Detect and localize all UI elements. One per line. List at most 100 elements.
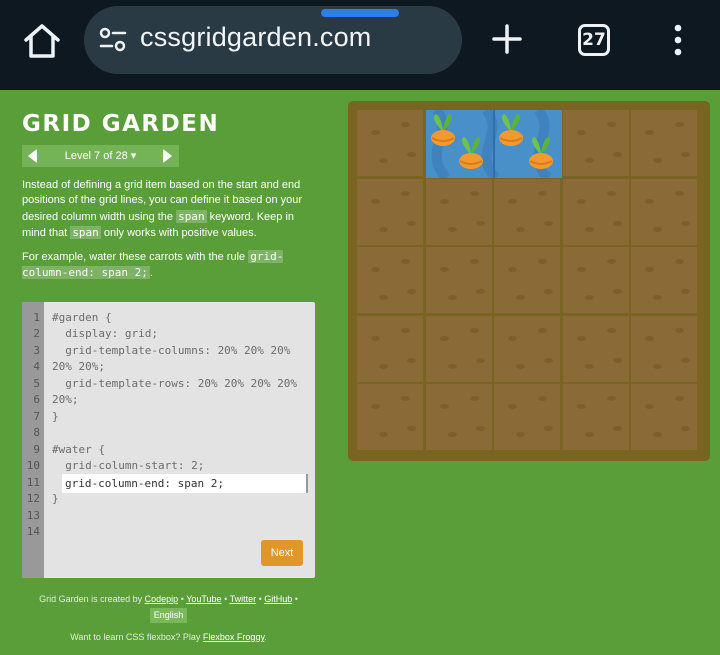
soil-speckle — [675, 327, 684, 333]
soil-cell — [631, 315, 697, 382]
flexbox-promo: Want to learn CSS flexbox? Play Flexbox … — [70, 632, 267, 642]
carrot-icon — [499, 114, 523, 146]
url-text[interactable]: cssgridgarden.com — [140, 22, 372, 53]
line-number: 8 — [33, 426, 40, 439]
language-button[interactable]: English — [149, 608, 188, 623]
soil-speckle — [379, 363, 388, 369]
line-number: 3 — [33, 344, 40, 357]
soil-speckle — [439, 404, 449, 409]
instr-text: . — [149, 267, 153, 280]
soil-speckle — [469, 396, 479, 401]
soil-speckle — [584, 158, 594, 163]
soil-speckle — [379, 295, 388, 300]
soil-speckle — [675, 396, 684, 401]
soil-speckle — [645, 267, 654, 272]
soil-cell — [562, 315, 629, 382]
twitter-link[interactable]: Twitter — [230, 594, 257, 604]
soil-cell — [562, 110, 629, 176]
line-number: 5 — [33, 377, 40, 390]
line-number: 12 — [26, 492, 40, 505]
soil-speckle — [469, 259, 479, 264]
code-line: } — [52, 492, 59, 505]
code-line: #water { — [52, 443, 105, 456]
soil-speckle — [576, 267, 586, 272]
soil-speckle — [401, 396, 410, 401]
level-label[interactable]: Level 7 of 28 ▾ — [22, 149, 179, 162]
soil-speckle — [379, 226, 388, 232]
soil-cell — [631, 384, 697, 450]
soil-speckle — [538, 396, 547, 401]
soil-speckle — [516, 363, 525, 369]
separator: • — [178, 594, 187, 604]
promo-text: Want to learn CSS flexbox? Play — [70, 632, 203, 642]
soil-speckle — [576, 130, 586, 135]
soil-speckle — [653, 432, 662, 437]
home-icon[interactable] — [22, 22, 62, 60]
soil-speckle — [675, 259, 684, 264]
soil-speckle — [606, 396, 616, 401]
soil-speckle — [681, 152, 690, 157]
soil-cell — [494, 247, 560, 313]
soil-speckle — [538, 327, 547, 333]
soil-speckle — [475, 426, 485, 431]
garden-board — [348, 101, 710, 461]
soil-speckle — [544, 357, 553, 363]
separator: • — [221, 594, 230, 604]
soil-speckle — [401, 259, 410, 264]
soil-speckle — [606, 190, 616, 196]
soil-speckle — [407, 152, 416, 157]
css-input-value[interactable]: grid-column-end: span 2; — [65, 477, 224, 490]
soil-speckle — [475, 220, 485, 226]
flexbox-froggy-link[interactable]: Flexbox Froggy — [203, 632, 264, 642]
instr-text: For example, water these carrots with th… — [22, 251, 249, 263]
soil-cell — [631, 247, 697, 313]
soil-speckle — [439, 335, 449, 341]
separator: • — [292, 594, 298, 604]
soil-speckle — [675, 122, 684, 127]
inline-code: span — [176, 209, 207, 223]
tune-icon[interactable] — [98, 26, 128, 54]
more-vert-icon[interactable] — [670, 22, 686, 58]
soil-speckle — [379, 158, 388, 163]
line-number: 6 — [33, 393, 40, 406]
level-next-icon[interactable] — [162, 148, 174, 164]
soil-speckle — [653, 226, 662, 232]
line-number: 11 — [26, 476, 40, 489]
github-link[interactable]: GitHub — [264, 594, 292, 604]
soil-speckle — [584, 226, 594, 232]
soil-speckle — [576, 404, 586, 409]
soil-speckle — [681, 289, 690, 294]
line-number: 10 — [26, 459, 40, 472]
soil-cell — [494, 384, 560, 450]
soil-speckle — [407, 220, 416, 226]
code-line: grid-template-columns: 20% 20% 20% — [52, 344, 291, 357]
soil-speckle — [645, 404, 654, 409]
tab-switcher-button[interactable]: 27 — [578, 24, 610, 56]
soil-cell — [562, 247, 629, 313]
youtube-link[interactable]: YouTube — [186, 594, 221, 604]
level-selector[interactable]: Level 7 of 28 ▾ — [22, 145, 179, 167]
soil-speckle — [439, 198, 449, 204]
credits-footer: Grid Garden is created by Codepip • YouT… — [22, 592, 315, 623]
soil-speckle — [544, 220, 553, 226]
css-input-field[interactable]: grid-column-end: span 2; — [62, 474, 308, 493]
soil-speckle — [584, 432, 594, 437]
soil-speckle — [612, 152, 622, 157]
plus-icon[interactable] — [490, 22, 524, 56]
line-number-gutter: 1 2 3 4 5 6 7 8 9 10 11 12 13 14 — [22, 302, 44, 578]
soil-cell — [425, 315, 492, 382]
soil-speckle — [653, 295, 662, 300]
soil-speckle — [612, 357, 622, 363]
soil-speckle — [469, 190, 479, 196]
credits-text: Grid Garden is created by — [39, 594, 145, 604]
address-bar[interactable]: cssgridgarden.com — [84, 6, 462, 74]
instructions-paragraph: Instead of defining a grid item based on… — [22, 178, 314, 242]
line-number: 1 — [33, 311, 40, 324]
soil-speckle — [584, 363, 594, 369]
soil-cell — [357, 178, 423, 245]
next-button[interactable]: Next — [261, 540, 303, 566]
soil-speckle — [371, 130, 380, 135]
soil-speckle — [612, 426, 622, 431]
line-number: 2 — [33, 327, 40, 340]
codepip-link[interactable]: Codepip — [145, 594, 179, 604]
